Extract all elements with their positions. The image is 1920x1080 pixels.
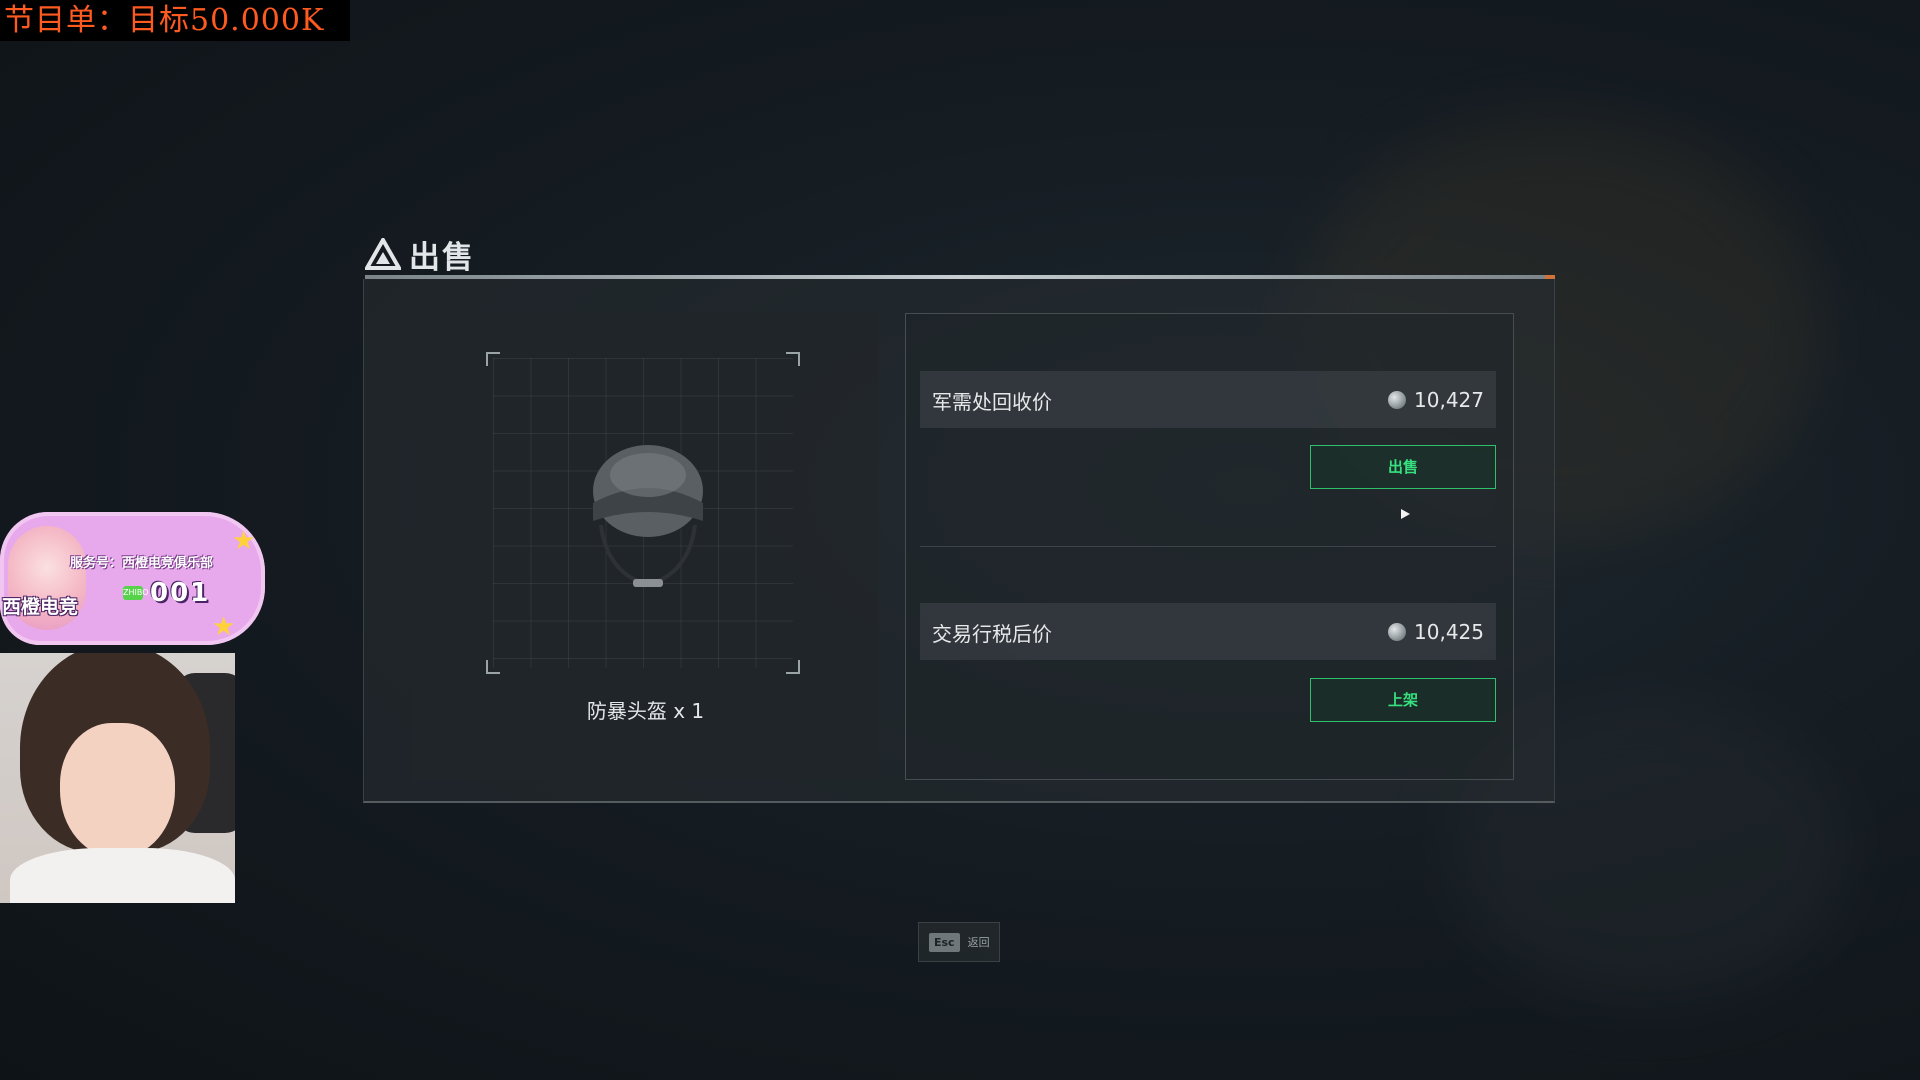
badge-club-name: 西橙电竞 <box>2 596 79 618</box>
dialog-title: 出售 <box>409 239 475 276</box>
esc-back-button[interactable]: Esc 返回 <box>918 922 1000 962</box>
market-price-value: 10,425 <box>1388 620 1484 644</box>
live-platform-icon: ZHIBO <box>123 586 149 600</box>
riot-helmet-icon <box>593 445 703 588</box>
grid-corner <box>786 660 800 674</box>
recycle-price-value: 10,427 <box>1388 388 1484 412</box>
star-icon: ★ <box>212 612 236 642</box>
star-icon: ★ <box>232 526 256 556</box>
stream-banner: 节目单：目标50.000K <box>0 0 350 41</box>
grid-corner <box>786 352 800 366</box>
webcam-feed <box>0 653 235 903</box>
recycle-price-label: 军需处回收价 <box>932 390 1052 414</box>
recycle-price-row: 军需处回收价 10,427 <box>920 371 1496 428</box>
section-divider <box>920 546 1496 547</box>
silver-coin-icon <box>1388 391 1407 409</box>
list-on-market-button[interactable]: 上架 <box>1310 678 1496 722</box>
streamer-badge: 服务号：西橙电竞俱乐部 西橙电竞 ZHIBO 001 ★ ★ <box>0 512 265 645</box>
webcam-person-shirt <box>10 848 235 903</box>
recycle-price-amount: 10,427 <box>1414 388 1484 412</box>
grid-corner <box>486 352 500 366</box>
badge-number: 001 <box>150 578 211 608</box>
badge-service-text: 服务号：西橙电竞俱乐部 <box>70 556 214 571</box>
market-price-row: 交易行税后价 10,425 <box>920 603 1496 660</box>
silver-coin-icon <box>1388 623 1407 641</box>
grid-corner <box>486 660 500 674</box>
item-name: 防暴头盔 x 1 <box>586 699 705 723</box>
dialog-header: 出售 <box>365 233 475 276</box>
title-triangle-icon <box>365 238 401 270</box>
mouse-cursor-icon <box>1401 509 1410 519</box>
sell-button[interactable]: 出售 <box>1310 445 1496 489</box>
webcam-person-face <box>60 723 175 858</box>
esc-label: 返回 <box>967 936 990 949</box>
esc-key-icon: Esc <box>929 932 960 952</box>
market-price-label: 交易行税后价 <box>932 622 1052 646</box>
market-price-amount: 10,425 <box>1414 620 1484 644</box>
